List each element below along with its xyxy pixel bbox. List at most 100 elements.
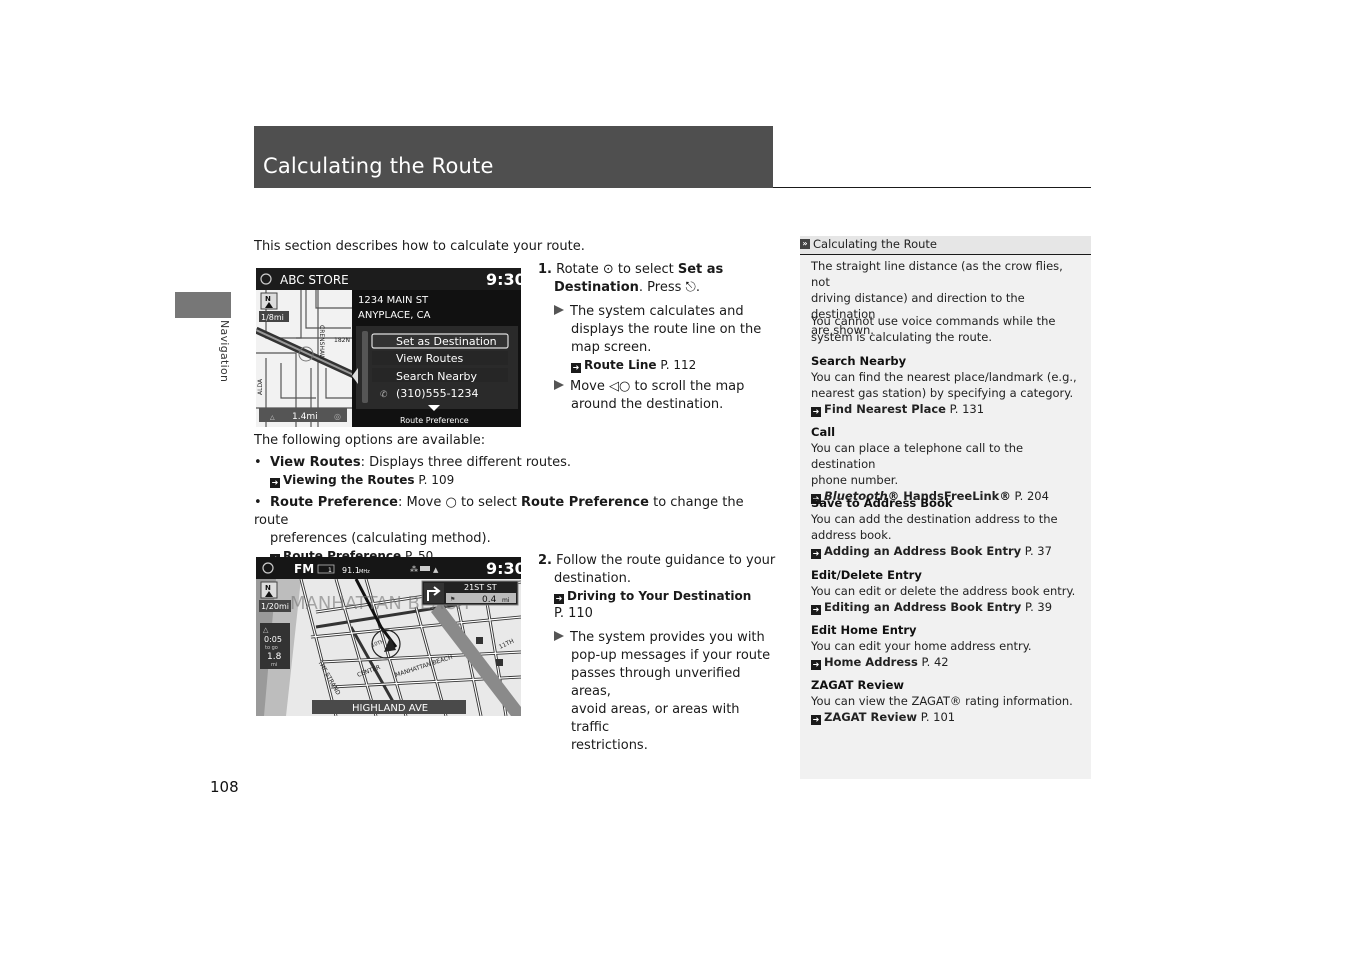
- sidebar-text: You can view the ZAGAT® rating informati…: [811, 694, 1073, 708]
- cross-ref-arrow-icon: ➜: [270, 478, 280, 488]
- page-title: Calculating the Route: [263, 154, 494, 178]
- sidebar-section-save-address: Save to Address Book You can add the des…: [811, 495, 1083, 559]
- address-line-2: ANYPLACE, CA: [358, 310, 431, 321]
- eta-label: to go: [265, 645, 278, 651]
- current-street: HIGHLAND AVE: [352, 703, 428, 714]
- sidebar-section-title: ZAGAT Review: [811, 678, 905, 692]
- rotary-knob-icon: ⊙: [602, 262, 614, 277]
- sidebar-section-edit-home: Edit Home Entry You can edit your home a…: [811, 622, 1083, 670]
- intro-text: This section describes how to calculate …: [254, 239, 585, 254]
- clock: 9:30: [486, 559, 521, 578]
- press-knob-icon: ⎋: [685, 280, 696, 295]
- ref-page: P. 109: [418, 473, 455, 487]
- bullet-text: Move: [570, 379, 605, 394]
- sidebar-section-call: Call You can place a telephone call to t…: [811, 424, 1083, 504]
- bullet-text: The system provides you with: [570, 630, 765, 645]
- address-line-1: 1234 MAIN ST: [358, 295, 429, 306]
- menu-item-view-routes[interactable]: View Routes: [396, 352, 464, 365]
- map-scale: 1/8mi: [261, 313, 284, 322]
- title-rule: [773, 187, 1091, 188]
- cross-ref-arrow-icon: ➜: [571, 363, 581, 373]
- cross-ref-arrow-icon: ➜: [811, 549, 821, 559]
- step-2-bullet: The system provides you with pop-up mess…: [538, 629, 778, 755]
- bullet-dot: •: [254, 495, 262, 510]
- step-2: 2. Follow the route guidance to your des…: [538, 552, 778, 755]
- ref-page: P. 110: [554, 606, 593, 621]
- route-preference-option[interactable]: Route Preference: [400, 416, 469, 425]
- screen1-graphic: CRENSHAW 182N ALDA N 1/8mi △ 1.4mi ◎ ABC…: [256, 268, 521, 427]
- menu-item-set-as-destination[interactable]: Set as Destination: [396, 335, 497, 348]
- step-1-bullet-1: The system calculates and displays the r…: [538, 303, 778, 374]
- step-bold: Destination: [554, 280, 639, 295]
- remaining-unit: mi: [271, 662, 277, 668]
- sidebar-section-title: Call: [811, 425, 836, 439]
- ref-title: Adding an Address Book Entry: [824, 544, 1022, 558]
- step-bold: Set as: [677, 262, 724, 277]
- cross-ref-home-address[interactable]: ➜ Home Address P. 42: [811, 654, 1083, 670]
- bullet-text: The system calculates and: [570, 304, 744, 319]
- sidebar-section-title: Search Nearby: [811, 354, 907, 368]
- cross-ref-viewing-routes[interactable]: ➜ Viewing the Routes P. 109: [254, 472, 774, 489]
- distance-readout: 1.4mi: [292, 412, 318, 422]
- move-left-knob-icon: ◁○: [609, 379, 631, 394]
- sidebar-text: You can edit or delete the address book …: [811, 584, 1076, 598]
- bullet-text: displays the route line on the: [571, 322, 762, 337]
- menu-item-search-nearby[interactable]: Search Nearby: [396, 370, 478, 383]
- nav-screen-destination: CRENSHAW 182N ALDA N 1/8mi △ 1.4mi ◎ ABC…: [256, 268, 521, 427]
- bullet-text: around the destination.: [571, 397, 724, 412]
- step-number: 2.: [538, 553, 552, 568]
- remaining-distance: 1.8: [267, 652, 282, 662]
- eta-time: 0:05: [264, 635, 282, 644]
- step-number: 1.: [538, 262, 552, 277]
- bullet-triangle-icon: [554, 380, 564, 390]
- section-tab-text: Navigation: [218, 320, 231, 383]
- street-label: 182N: [334, 337, 350, 344]
- bullet-dot: •: [254, 455, 262, 470]
- step-text: . Press: [638, 280, 682, 295]
- bullet-text: restrictions.: [571, 738, 648, 753]
- cross-ref-zagat[interactable]: ➜ ZAGAT Review P. 101: [811, 709, 1083, 725]
- sidebar-text: nearest gas station) by specifying a cat…: [811, 386, 1074, 400]
- section-tab-marker: [175, 292, 231, 318]
- signal-icon: ▲: [433, 566, 439, 574]
- cross-ref-driving[interactable]: ➜ Driving to Your Destination: [538, 588, 778, 605]
- ref-title: Find Nearest Place: [824, 402, 946, 416]
- ref-page: P. 42: [921, 655, 949, 669]
- ref-title: ZAGAT Review: [824, 710, 918, 724]
- step-text: Follow the route guidance to your: [556, 553, 776, 568]
- cross-ref-adding-address[interactable]: ➜ Adding an Address Book Entry P. 37: [811, 543, 1083, 559]
- step-text: .: [695, 280, 700, 295]
- ref-title: Driving to Your Destination: [567, 589, 752, 603]
- sidebar-section-title: Edit/Delete Entry: [811, 568, 922, 582]
- bullet-triangle-icon: [554, 305, 564, 315]
- menu-item-call[interactable]: (310)555-1234: [396, 387, 479, 400]
- sidebar-text: You can add the destination address to t…: [811, 512, 1058, 526]
- ref-page: P. 39: [1024, 600, 1053, 614]
- bullet-text: pop-up messages if your route: [571, 648, 771, 663]
- next-distance-unit: mi: [502, 597, 510, 604]
- sidebar-text: You can edit your home address entry.: [811, 639, 1032, 653]
- screen2-graphic: MANHATTAN BEACH THE STRAND CENTER MANHAT…: [256, 557, 521, 716]
- sidebar-section-zagat: ZAGAT Review You can view the ZAGAT® rat…: [811, 677, 1083, 725]
- flag-icon: ⚑: [450, 596, 455, 603]
- ref-page: P. 101: [920, 710, 956, 724]
- svg-text:N: N: [265, 584, 271, 592]
- svg-text:△: △: [263, 626, 269, 634]
- audio-source: FM: [294, 562, 314, 576]
- ref-title: Home Address: [824, 655, 918, 669]
- sidebar-text: You can find the nearest place/landmark …: [811, 370, 1077, 384]
- cross-ref-route-line[interactable]: ➜ Route Line P. 112: [554, 357, 778, 374]
- frequency: 91.1: [342, 566, 360, 575]
- cross-ref-arrow-icon: ➜: [811, 715, 821, 725]
- ref-page: P. 131: [949, 402, 985, 416]
- double-chevron-icon: »: [800, 239, 810, 249]
- sidebar-text: You cannot use voice commands while the: [811, 314, 1056, 328]
- cross-ref-editing-address[interactable]: ➜ Editing an Address Book Entry P. 39: [811, 599, 1083, 615]
- bullet-text: map screen.: [571, 340, 652, 355]
- sidebar-section-search-nearby: Search Nearby You can find the nearest p…: [811, 353, 1083, 417]
- cross-ref-find-nearest[interactable]: ➜ Find Nearest Place P. 131: [811, 401, 1083, 417]
- svg-text:△: △: [270, 414, 275, 421]
- sidebar-heading: Calculating the Route: [813, 237, 937, 251]
- option-term: Route Preference: [270, 495, 398, 510]
- street-label: ALDA: [257, 378, 264, 395]
